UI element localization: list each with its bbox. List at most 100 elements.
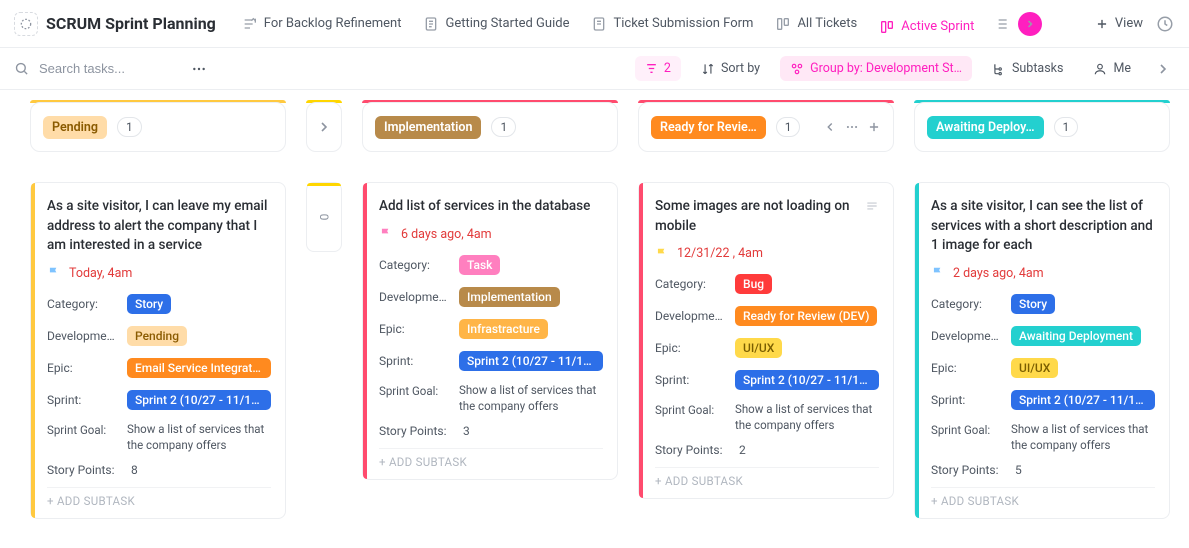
search-input[interactable] (37, 60, 177, 77)
plus-icon (1095, 17, 1109, 31)
column-awaiting-deployment: Awaiting Deploy… 1 As a site visitor, I … (914, 100, 1170, 519)
add-subtask-button[interactable]: + ADD SUBTASK (47, 487, 271, 508)
board-icon (775, 16, 791, 32)
badge-category: Story (1011, 294, 1055, 314)
badge-epic: Infrastracture (459, 319, 548, 339)
status-pill-pending: Pending (43, 116, 107, 139)
dots-icon (191, 61, 207, 77)
task-card[interactable]: As a site visitor, I can see the list of… (914, 182, 1170, 519)
status-pill-implementation: Implementation (375, 116, 481, 139)
badge-category: Task (459, 255, 500, 275)
view-settings-button[interactable] (1151, 57, 1175, 81)
column-count: 1 (1054, 117, 1079, 137)
list-icon (242, 16, 258, 32)
badge-stage: Implementation (459, 287, 560, 307)
card-title: As a site visitor, I can leave my email … (47, 197, 271, 256)
tab-backlog[interactable]: For Backlog Refinement (232, 10, 412, 38)
badge-category: Story (127, 294, 171, 314)
board-icon (879, 19, 895, 35)
badge-sprint: Sprint 2 (10/27 - 11/17/2… (1011, 390, 1155, 410)
nav-tabs: For Backlog Refinement Getting Started G… (232, 6, 1081, 42)
add-task-button[interactable] (867, 120, 881, 134)
more-options-button[interactable] (187, 57, 211, 81)
column-header[interactable]: Implementation 1 (362, 102, 618, 152)
column-pending: Pending 1 As a site visitor, I can leave… (30, 100, 286, 519)
column-count: 1 (117, 117, 142, 137)
board-title: SCRUM Sprint Planning (46, 14, 216, 33)
tab-all-tickets[interactable]: All Tickets (765, 10, 867, 38)
column-collapsed: 0 (306, 100, 342, 252)
chevron-right-icon (1155, 61, 1171, 77)
sort-icon (701, 62, 715, 76)
chevron-right-icon (316, 119, 332, 135)
due-date: 2 days ago, 4am (931, 266, 1155, 281)
add-subtask-button[interactable]: + ADD SUBTASK (931, 487, 1155, 508)
badge-category: Bug (735, 274, 772, 294)
badge-sprint: Sprint 2 (10/27 - 11/17/2… (735, 370, 879, 390)
badge-sprint: Sprint 2 (10/27 - 11/17/2… (127, 390, 271, 410)
column-header[interactable]: Awaiting Deploy… 1 (914, 102, 1170, 152)
chevron-left-icon (823, 120, 837, 134)
badge-sprint: Sprint 2 (10/27 - 11/17/2… (459, 351, 603, 371)
expand-column-button[interactable] (306, 102, 342, 152)
column-count: 1 (491, 117, 516, 137)
collapse-column-button[interactable] (823, 120, 837, 134)
subtasks-button[interactable]: Subtasks (982, 56, 1073, 81)
group-by-chip[interactable]: Group by: Development St… (780, 56, 972, 81)
badge-stage: Pending (127, 326, 187, 346)
task-card[interactable]: As a site visitor, I can leave my email … (30, 182, 286, 519)
tab-active-sprint[interactable]: Active Sprint (869, 13, 984, 42)
due-date: 12/31/22 , 4am (655, 246, 879, 261)
add-subtask-button[interactable]: + ADD SUBTASK (655, 467, 879, 488)
column-header[interactable]: Ready for Revie… 1 (638, 102, 894, 152)
kanban-board: Pending 1 As a site visitor, I can leave… (0, 90, 1189, 539)
card-title: Add list of services in the database (379, 197, 603, 217)
card-title: Some images are not loading on mobile (655, 197, 859, 236)
me-button[interactable]: Me (1083, 56, 1141, 81)
due-date: Today, 4am (47, 266, 271, 281)
column-ready-for-review: Ready for Revie… 1 Some images are not l… (638, 100, 894, 499)
overflow-more-icon (1018, 12, 1042, 36)
status-pill-ready: Ready for Revie… (651, 116, 766, 139)
doc-icon (423, 16, 439, 32)
task-card[interactable]: Some images are not loading on mobile 12… (638, 182, 894, 499)
search-input-wrap[interactable] (14, 60, 177, 77)
filter-bar: 2 Sort by Group by: Development St… Subt… (0, 48, 1189, 90)
search-icon (14, 61, 29, 76)
dots-icon (845, 120, 859, 134)
card-title: As a site visitor, I can see the list of… (931, 197, 1155, 256)
column-menu-button[interactable] (845, 120, 859, 134)
tab-guide[interactable]: Getting Started Guide (413, 10, 579, 38)
column-header[interactable]: Pending 1 (30, 102, 286, 152)
column-count: 1 (776, 117, 801, 137)
due-date: 6 days ago, 4am (379, 227, 603, 242)
subtasks-icon (992, 62, 1006, 76)
group-icon (790, 62, 804, 76)
person-icon (1093, 62, 1107, 76)
filter-icon (645, 62, 658, 75)
flag-icon (47, 266, 61, 280)
clock-icon[interactable] (1155, 14, 1175, 34)
collapsed-count-card[interactable]: 0 (306, 182, 342, 252)
flag-icon (379, 227, 393, 241)
list-icon (996, 16, 1012, 32)
badge-epic: UI/UX (1011, 358, 1058, 378)
sort-by-button[interactable]: Sort by (691, 56, 770, 81)
top-navigation: SCRUM Sprint Planning For Backlog Refine… (0, 0, 1189, 48)
badge-stage: Awaiting Deployment (1011, 326, 1141, 346)
badge-epic: Email Service Integration (127, 358, 271, 378)
badge-stage: Ready for Review (DEV) (735, 306, 877, 326)
description-icon (865, 199, 879, 213)
filters-chip[interactable]: 2 (635, 56, 681, 81)
task-card[interactable]: Add list of services in the database 6 d… (362, 182, 618, 480)
status-pill-awaiting: Awaiting Deploy… (927, 116, 1044, 139)
badge-epic: UI/UX (735, 338, 782, 358)
add-subtask-button[interactable]: + ADD SUBTASK (379, 448, 603, 469)
add-view-button[interactable]: View (1089, 12, 1149, 35)
tab-overflow[interactable] (986, 6, 1046, 42)
flag-icon (655, 247, 669, 261)
app-icon (14, 12, 38, 36)
tab-form[interactable]: Ticket Submission Form (581, 10, 763, 38)
plus-icon (867, 120, 881, 134)
flag-icon (931, 266, 945, 280)
